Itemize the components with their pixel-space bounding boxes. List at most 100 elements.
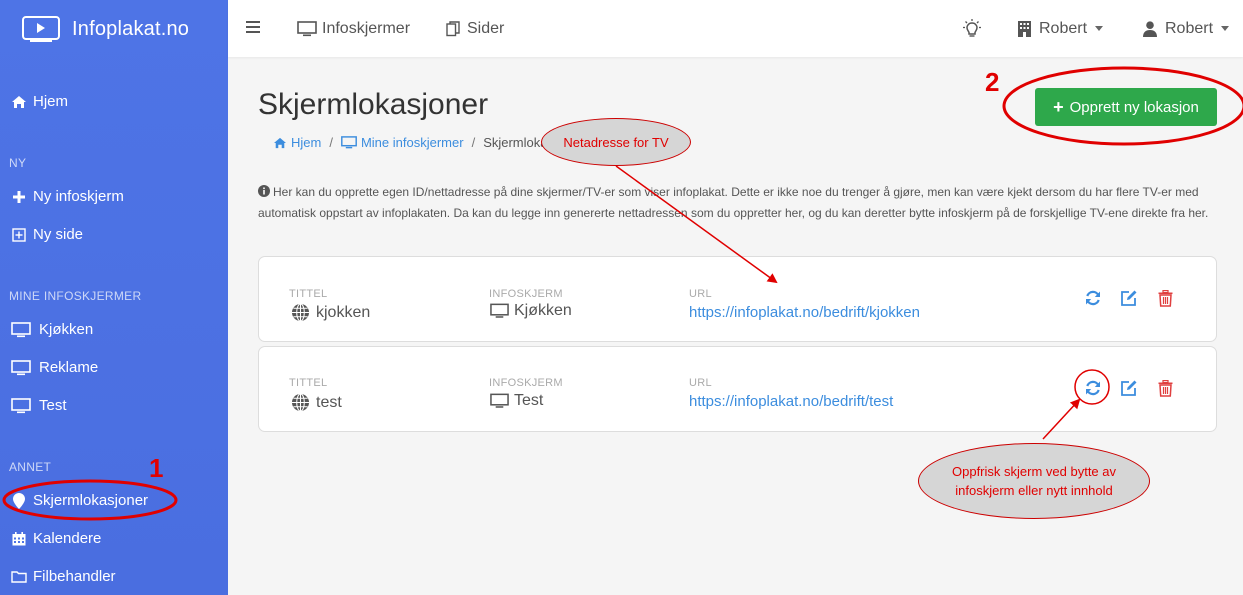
location-title-text: kjokken: [316, 303, 371, 321]
sidebar-item-file-manager[interactable]: Filbehandler: [9, 568, 116, 585]
location-screen: Test: [490, 392, 543, 410]
plus-square-icon: [9, 227, 29, 243]
location-url-link[interactable]: https://infoplakat.no/bedrift/kjokken: [689, 304, 920, 321]
delete-button[interactable]: [1155, 378, 1175, 398]
sidebar-item-new-screen[interactable]: Ny infoskjerm: [9, 188, 124, 205]
breadcrumb-home-label: Hjem: [291, 135, 322, 150]
monitor-icon: [9, 397, 33, 414]
refresh-button[interactable]: [1083, 288, 1103, 308]
sidebar-item-screen-reklame[interactable]: Reklame: [9, 359, 98, 376]
lightbulb-icon: [961, 18, 983, 39]
info-icon: [258, 184, 270, 204]
nav-infoskjermer[interactable]: Infoskjermer: [297, 0, 410, 57]
location-title-text: test: [316, 393, 342, 411]
edit-button[interactable]: [1119, 378, 1139, 398]
breadcrumb-my-screens[interactable]: Mine infoskjermer: [341, 135, 464, 150]
sidebar-item-label: Kalendere: [33, 530, 102, 547]
annotation-marker-1: 1: [149, 453, 164, 483]
monitor-icon: [490, 303, 509, 319]
annotation-marker-2: 2: [985, 67, 1000, 97]
trash-icon: [1158, 289, 1173, 307]
sidebar-item-label: Reklame: [39, 359, 99, 376]
sidebar-item-label: Skjermlokasjoner: [33, 492, 149, 509]
caret-down-icon: [1095, 26, 1104, 31]
location-url-link[interactable]: https://infoplakat.no/bedrift/test: [689, 393, 893, 410]
monitor-icon: [297, 20, 317, 37]
col-label-url: URL: [689, 288, 712, 300]
sidebar-item-label: Kjøkken: [39, 321, 94, 338]
sidebar-item-label: Ny infoskjerm: [33, 188, 124, 205]
plus-icon: [9, 189, 29, 205]
plus-icon: +: [1053, 96, 1064, 117]
monitor-icon: [9, 359, 33, 376]
page-title: Skjermlokasjoner: [258, 88, 489, 121]
col-label-title: TITTEL: [289, 288, 328, 300]
refresh-icon: [1084, 379, 1102, 397]
tips-button[interactable]: [961, 0, 983, 57]
sidebar-item-screen-kjokken[interactable]: Kjøkken: [9, 321, 93, 338]
sidebar-item-screen-locations[interactable]: Skjermlokasjoner: [9, 492, 148, 509]
breadcrumb-separator: /: [329, 135, 333, 150]
location-screen-text: Kjøkken: [514, 302, 572, 319]
edit-icon: [1120, 379, 1138, 397]
brand-name: Infoplakat.no: [72, 17, 190, 40]
calendar-icon: [9, 531, 29, 547]
breadcrumb-my-screens-label: Mine infoskjermer: [360, 135, 464, 150]
info-text: Her kan du opprette egen ID/nettadresse …: [258, 183, 1216, 223]
company-dropdown[interactable]: Robert: [1018, 0, 1104, 57]
edit-button[interactable]: [1119, 288, 1139, 308]
col-label-screen: INFOSKJERM: [489, 377, 563, 389]
annotation-bubble-refresh: Oppfrisk skjerm ved bytte av infoskjerm …: [918, 443, 1150, 519]
sidebar-item-label: Ny side: [33, 226, 84, 243]
globe-icon: [291, 393, 310, 412]
sidebar-item-label: Hjem: [33, 93, 69, 110]
monitor-icon: [490, 393, 509, 409]
sidebar-section-annet: ANNET: [9, 460, 52, 474]
delete-button[interactable]: [1155, 288, 1175, 308]
menu-toggle-button[interactable]: [246, 0, 260, 57]
user-icon: [1143, 20, 1157, 37]
company-name: Robert: [1039, 19, 1088, 37]
refresh-button[interactable]: [1083, 378, 1103, 398]
caret-down-icon: [1221, 26, 1230, 31]
sidebar-section-ny: NY: [9, 156, 27, 170]
copy-icon: [446, 20, 460, 37]
location-title: kjokken: [291, 303, 370, 322]
tv-logo-icon: [22, 14, 60, 44]
sidebar-item-home[interactable]: Hjem: [9, 93, 68, 110]
col-label-url: URL: [689, 377, 712, 389]
trash-icon: [1158, 379, 1173, 397]
sidebar-item-new-page[interactable]: Ny side: [9, 226, 83, 243]
user-name: Robert: [1165, 19, 1214, 37]
top-navbar: Infoskjermer Sider Robert Robert: [228, 0, 1243, 57]
breadcrumb-separator: /: [471, 135, 476, 150]
col-label-screen: INFOSKJERM: [489, 288, 563, 300]
refresh-icon: [1084, 289, 1102, 307]
monitor-icon: [9, 321, 33, 338]
nav-sider[interactable]: Sider: [446, 0, 504, 57]
building-icon: [1018, 20, 1031, 37]
monitor-icon: [341, 136, 357, 149]
edit-icon: [1120, 289, 1138, 307]
home-icon: [273, 137, 287, 149]
map-marker-icon: [9, 492, 29, 509]
sidebar-item-calendars[interactable]: Kalendere: [9, 530, 101, 547]
annotation-bubble-tv: Netadresse for TV: [541, 118, 691, 166]
nav-sider-label: Sider: [467, 19, 505, 37]
nav-infoskjermer-label: Infoskjermer: [322, 19, 411, 37]
globe-icon: [291, 303, 310, 322]
breadcrumb: Hjem / Mine infoskjermer / Skjermlokasjo…: [273, 135, 583, 150]
user-dropdown[interactable]: Robert: [1143, 0, 1230, 57]
sidebar-item-screen-test[interactable]: Test: [9, 397, 67, 414]
create-location-button[interactable]: + Opprett ny lokasjon: [1035, 88, 1217, 126]
sidebar: Infoplakat.no Hjem NY Ny infoskjerm Ny s…: [0, 0, 228, 595]
brand-logo[interactable]: Infoplakat.no: [22, 14, 189, 44]
hamburger-icon: [246, 20, 260, 38]
location-screen: Kjøkken: [490, 302, 572, 320]
folder-icon: [9, 569, 29, 585]
sidebar-item-label: Filbehandler: [33, 568, 116, 585]
info-text-content: Her kan du opprette egen ID/nettadresse …: [258, 185, 1209, 220]
location-card: TITTEL kjokken INFOSKJERM Kjøkken URL ht…: [258, 256, 1217, 342]
breadcrumb-home[interactable]: Hjem: [273, 135, 321, 150]
location-card: TITTEL test INFOSKJERM Test URL https://…: [258, 346, 1217, 432]
